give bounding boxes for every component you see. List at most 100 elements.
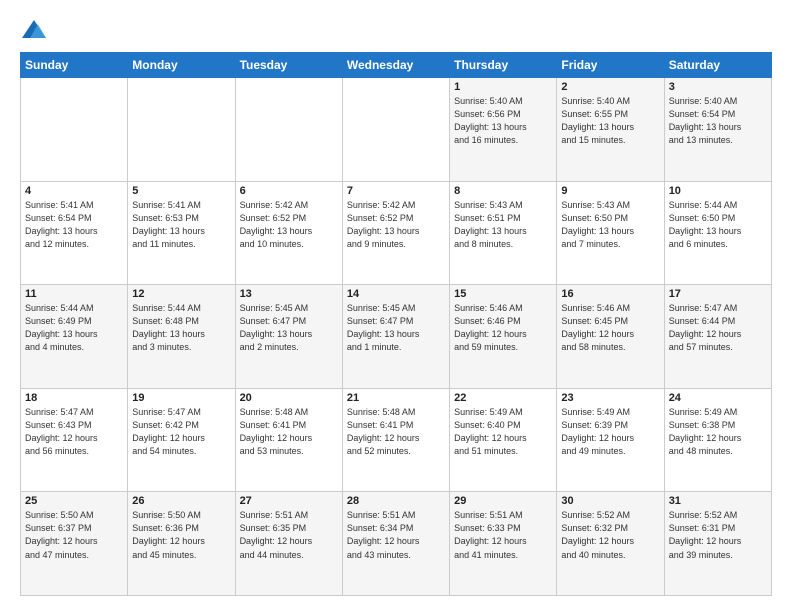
day-info: Sunrise: 5:51 AM Sunset: 6:33 PM Dayligh… bbox=[454, 509, 552, 561]
day-info: Sunrise: 5:40 AM Sunset: 6:55 PM Dayligh… bbox=[561, 95, 659, 147]
calendar-cell: 13 Sunrise: 5:45 AM Sunset: 6:47 PM Dayli… bbox=[235, 285, 342, 389]
calendar-cell: 10 Sunrise: 5:44 AM Sunset: 6:50 PM Dayli… bbox=[664, 181, 771, 285]
day-number: 19 bbox=[132, 392, 230, 404]
calendar-cell: 1Sunrise: 5:40 AM Sunset: 6:56 PM Daylig… bbox=[450, 78, 557, 182]
day-info: Sunrise: 5:43 AM Sunset: 6:51 PM Dayligh… bbox=[454, 199, 552, 251]
day-number: 1 bbox=[454, 81, 552, 93]
day-number: 26 bbox=[132, 495, 230, 507]
day-number: 21 bbox=[347, 392, 445, 404]
calendar-cell: 18 Sunrise: 5:47 AM Sunset: 6:43 PM Dayli… bbox=[21, 388, 128, 492]
day-number: 27 bbox=[240, 495, 338, 507]
calendar-cell: 29 Sunrise: 5:51 AM Sunset: 6:33 PM Dayli… bbox=[450, 492, 557, 596]
day-info: Sunrise: 5:46 AM Sunset: 6:46 PM Dayligh… bbox=[454, 302, 552, 354]
calendar-week-row: 11 Sunrise: 5:44 AM Sunset: 6:49 PM Dayli… bbox=[21, 285, 772, 389]
day-info: Sunrise: 5:41 AM Sunset: 6:53 PM Dayligh… bbox=[132, 199, 230, 251]
day-info: Sunrise: 5:49 AM Sunset: 6:40 PM Dayligh… bbox=[454, 406, 552, 458]
day-info: Sunrise: 5:52 AM Sunset: 6:32 PM Dayligh… bbox=[561, 509, 659, 561]
calendar-cell: 8 Sunrise: 5:43 AM Sunset: 6:51 PM Daylig… bbox=[450, 181, 557, 285]
day-number: 28 bbox=[347, 495, 445, 507]
day-number: 15 bbox=[454, 288, 552, 300]
day-number: 20 bbox=[240, 392, 338, 404]
calendar-cell: 2 Sunrise: 5:40 AM Sunset: 6:55 PM Daylig… bbox=[557, 78, 664, 182]
calendar-cell: 15 Sunrise: 5:46 AM Sunset: 6:46 PM Dayli… bbox=[450, 285, 557, 389]
col-header-sunday: Sunday bbox=[21, 53, 128, 78]
day-info: Sunrise: 5:48 AM Sunset: 6:41 PM Dayligh… bbox=[240, 406, 338, 458]
day-number: 5 bbox=[132, 185, 230, 197]
col-header-thursday: Thursday bbox=[450, 53, 557, 78]
calendar-cell: 4 Sunrise: 5:41 AM Sunset: 6:54 PM Daylig… bbox=[21, 181, 128, 285]
day-number: 10 bbox=[669, 185, 767, 197]
day-info: Sunrise: 5:52 AM Sunset: 6:31 PM Dayligh… bbox=[669, 509, 767, 561]
day-number: 3 bbox=[669, 81, 767, 93]
calendar-cell: 9Sunrise: 5:43 AM Sunset: 6:50 PM Daylig… bbox=[557, 181, 664, 285]
calendar-cell bbox=[342, 78, 449, 182]
day-number: 29 bbox=[454, 495, 552, 507]
day-number: 12 bbox=[132, 288, 230, 300]
page: SundayMondayTuesdayWednesdayThursdayFrid… bbox=[0, 0, 792, 612]
calendar-cell: 3 Sunrise: 5:40 AM Sunset: 6:54 PM Daylig… bbox=[664, 78, 771, 182]
day-number: 14 bbox=[347, 288, 445, 300]
day-number: 11 bbox=[25, 288, 123, 300]
day-number: 16 bbox=[561, 288, 659, 300]
day-info: Sunrise: 5:47 AM Sunset: 6:44 PM Dayligh… bbox=[669, 302, 767, 354]
day-info: Sunrise: 5:45 AM Sunset: 6:47 PM Dayligh… bbox=[240, 302, 338, 354]
day-number: 25 bbox=[25, 495, 123, 507]
logo-icon bbox=[20, 16, 48, 44]
logo bbox=[20, 16, 52, 44]
day-number: 24 bbox=[669, 392, 767, 404]
calendar-cell: 22 Sunrise: 5:49 AM Sunset: 6:40 PM Dayli… bbox=[450, 388, 557, 492]
day-info: Sunrise: 5:47 AM Sunset: 6:43 PM Dayligh… bbox=[25, 406, 123, 458]
day-info: Sunrise: 5:51 AM Sunset: 6:34 PM Dayligh… bbox=[347, 509, 445, 561]
calendar-cell: 28 Sunrise: 5:51 AM Sunset: 6:34 PM Dayli… bbox=[342, 492, 449, 596]
day-number: 7 bbox=[347, 185, 445, 197]
calendar-cell: 25 Sunrise: 5:50 AM Sunset: 6:37 PM Dayli… bbox=[21, 492, 128, 596]
calendar-cell: 20 Sunrise: 5:48 AM Sunset: 6:41 PM Dayli… bbox=[235, 388, 342, 492]
calendar-cell: 19 Sunrise: 5:47 AM Sunset: 6:42 PM Dayli… bbox=[128, 388, 235, 492]
day-number: 23 bbox=[561, 392, 659, 404]
day-info: Sunrise: 5:41 AM Sunset: 6:54 PM Dayligh… bbox=[25, 199, 123, 251]
calendar-cell: 23 Sunrise: 5:49 AM Sunset: 6:39 PM Dayli… bbox=[557, 388, 664, 492]
calendar-cell bbox=[235, 78, 342, 182]
day-info: Sunrise: 5:42 AM Sunset: 6:52 PM Dayligh… bbox=[347, 199, 445, 251]
day-info: Sunrise: 5:46 AM Sunset: 6:45 PM Dayligh… bbox=[561, 302, 659, 354]
calendar-cell: 21 Sunrise: 5:48 AM Sunset: 6:41 PM Dayli… bbox=[342, 388, 449, 492]
calendar-cell: 11 Sunrise: 5:44 AM Sunset: 6:49 PM Dayli… bbox=[21, 285, 128, 389]
calendar-cell: 31 Sunrise: 5:52 AM Sunset: 6:31 PM Dayli… bbox=[664, 492, 771, 596]
day-number: 31 bbox=[669, 495, 767, 507]
col-header-monday: Monday bbox=[128, 53, 235, 78]
col-header-wednesday: Wednesday bbox=[342, 53, 449, 78]
calendar-week-row: 1Sunrise: 5:40 AM Sunset: 6:56 PM Daylig… bbox=[21, 78, 772, 182]
calendar-cell: 6Sunrise: 5:42 AM Sunset: 6:52 PM Daylig… bbox=[235, 181, 342, 285]
day-info: Sunrise: 5:48 AM Sunset: 6:41 PM Dayligh… bbox=[347, 406, 445, 458]
day-info: Sunrise: 5:44 AM Sunset: 6:50 PM Dayligh… bbox=[669, 199, 767, 251]
day-number: 2 bbox=[561, 81, 659, 93]
calendar-cell: 24 Sunrise: 5:49 AM Sunset: 6:38 PM Dayli… bbox=[664, 388, 771, 492]
day-number: 4 bbox=[25, 185, 123, 197]
calendar-header-row: SundayMondayTuesdayWednesdayThursdayFrid… bbox=[21, 53, 772, 78]
day-info: Sunrise: 5:49 AM Sunset: 6:39 PM Dayligh… bbox=[561, 406, 659, 458]
day-info: Sunrise: 5:50 AM Sunset: 6:37 PM Dayligh… bbox=[25, 509, 123, 561]
calendar-week-row: 25 Sunrise: 5:50 AM Sunset: 6:37 PM Dayli… bbox=[21, 492, 772, 596]
day-info: Sunrise: 5:40 AM Sunset: 6:54 PM Dayligh… bbox=[669, 95, 767, 147]
day-info: Sunrise: 5:49 AM Sunset: 6:38 PM Dayligh… bbox=[669, 406, 767, 458]
calendar: SundayMondayTuesdayWednesdayThursdayFrid… bbox=[20, 52, 772, 596]
day-info: Sunrise: 5:44 AM Sunset: 6:49 PM Dayligh… bbox=[25, 302, 123, 354]
day-number: 8 bbox=[454, 185, 552, 197]
calendar-cell: 26 Sunrise: 5:50 AM Sunset: 6:36 PM Dayli… bbox=[128, 492, 235, 596]
calendar-week-row: 4 Sunrise: 5:41 AM Sunset: 6:54 PM Daylig… bbox=[21, 181, 772, 285]
day-info: Sunrise: 5:51 AM Sunset: 6:35 PM Dayligh… bbox=[240, 509, 338, 561]
calendar-cell: 5 Sunrise: 5:41 AM Sunset: 6:53 PM Daylig… bbox=[128, 181, 235, 285]
day-number: 30 bbox=[561, 495, 659, 507]
day-info: Sunrise: 5:43 AM Sunset: 6:50 PM Dayligh… bbox=[561, 199, 659, 251]
day-info: Sunrise: 5:50 AM Sunset: 6:36 PM Dayligh… bbox=[132, 509, 230, 561]
col-header-friday: Friday bbox=[557, 53, 664, 78]
calendar-cell bbox=[21, 78, 128, 182]
day-info: Sunrise: 5:47 AM Sunset: 6:42 PM Dayligh… bbox=[132, 406, 230, 458]
calendar-cell: 17Sunrise: 5:47 AM Sunset: 6:44 PM Dayli… bbox=[664, 285, 771, 389]
day-number: 22 bbox=[454, 392, 552, 404]
day-number: 18 bbox=[25, 392, 123, 404]
day-info: Sunrise: 5:44 AM Sunset: 6:48 PM Dayligh… bbox=[132, 302, 230, 354]
calendar-cell: 12 Sunrise: 5:44 AM Sunset: 6:48 PM Dayli… bbox=[128, 285, 235, 389]
day-number: 13 bbox=[240, 288, 338, 300]
calendar-cell: 14Sunrise: 5:45 AM Sunset: 6:47 PM Dayli… bbox=[342, 285, 449, 389]
